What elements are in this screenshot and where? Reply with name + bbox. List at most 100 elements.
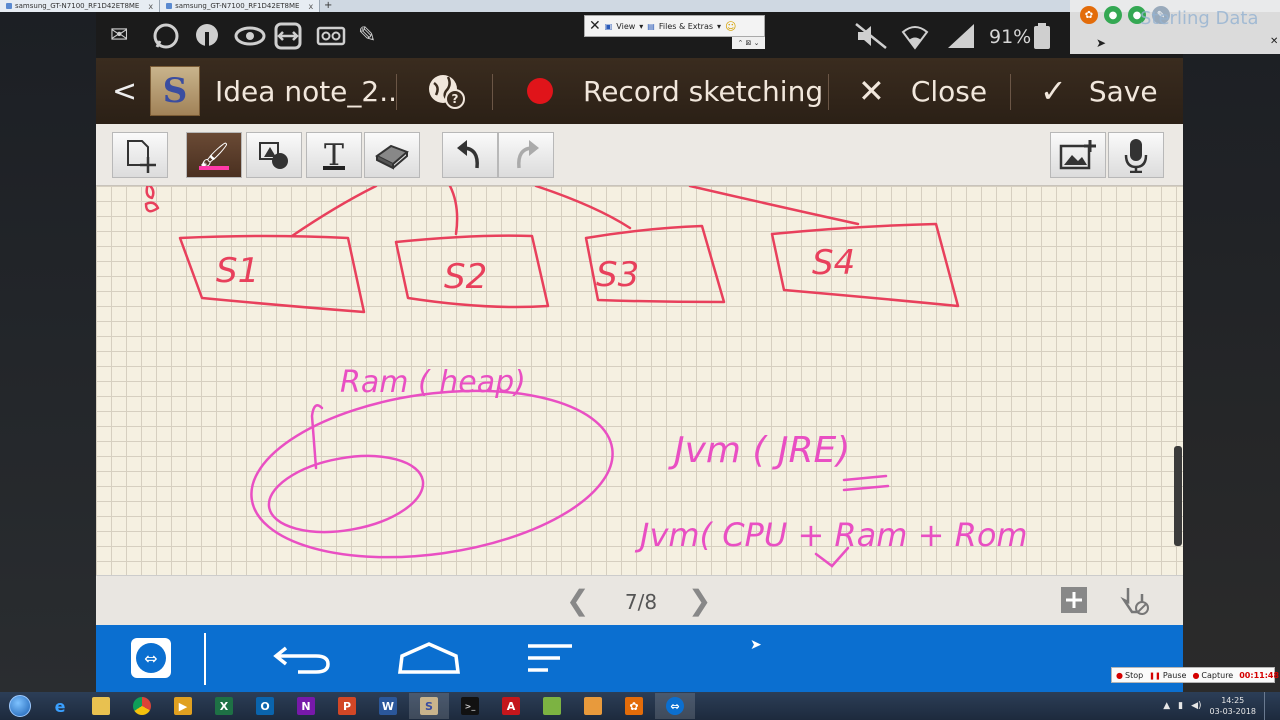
hand-no-touch-icon <box>1120 588 1149 615</box>
record-sketching-label: Record sketching <box>583 74 824 108</box>
undo-button[interactable] <box>442 132 498 178</box>
shape-tool-button[interactable] <box>246 132 302 178</box>
note-canvas[interactable]: S1 S2 S3 S4 Ram ( heap) Jvm ( JRE) Jvm( … <box>96 186 1183 575</box>
snote-title-bar: < S Idea note_2.. ? Record sketching ✕ C… <box>96 58 1183 124</box>
taskbar-recorder[interactable]: ✿ <box>614 693 654 719</box>
edge-doodle <box>144 186 160 213</box>
tray-expand-icon[interactable]: ▲ <box>1163 701 1170 711</box>
android-home-button[interactable] <box>396 635 462 681</box>
taskbar-excel[interactable]: X <box>204 693 244 719</box>
toolbar-minimize-tab[interactable]: ⌃ ⊠ ⌄ <box>732 37 765 49</box>
tab-close-icon[interactable]: x <box>148 2 153 11</box>
note-title[interactable]: Idea note_2.. <box>215 58 397 124</box>
smiley-icon[interactable]: ☺ <box>725 20 736 33</box>
teamviewer-logo-icon: ⇔ <box>131 638 171 678</box>
mouse-cursor-icon: ➤ <box>750 637 762 653</box>
show-desktop-button[interactable] <box>1264 692 1272 720</box>
close-button[interactable]: ✕ Close <box>858 58 987 124</box>
brush-icon: 🖌 <box>198 141 230 169</box>
chrome-icon <box>133 697 151 715</box>
screen-recorder-control: Stop Pause Capture 00:11:48 <box>1111 667 1279 683</box>
tray-volume-icon[interactable]: ◀) <box>1191 701 1201 711</box>
settings-flower-icon[interactable]: ✿ <box>1080 6 1098 24</box>
overlay-close-icon[interactable]: ✕ <box>1270 36 1278 47</box>
back-button[interactable]: < <box>112 58 137 124</box>
box-s1-label: S1 <box>216 251 259 291</box>
pdf-icon: A <box>502 697 520 715</box>
word-icon: W <box>379 697 397 715</box>
nav-divider <box>204 633 206 685</box>
taskbar-onenote[interactable]: N <box>286 693 326 719</box>
record-sketching-button[interactable]: Record sketching <box>527 58 823 124</box>
browser-tab[interactable]: samsung_GT-N7100_RF1D42ET8ME x <box>160 0 321 12</box>
redo-arrow-icon <box>517 140 539 169</box>
voice-record-button[interactable] <box>1108 132 1164 178</box>
taskbar-powerpoint[interactable]: P <box>327 693 367 719</box>
system-clock[interactable]: 14:25 03-03-2018 <box>1210 695 1257 717</box>
new-tab-button[interactable]: + <box>320 0 336 12</box>
android-menu-button[interactable] <box>524 635 576 681</box>
pause-recording-button[interactable]: Pause <box>1149 671 1187 680</box>
close-session-icon[interactable]: ✕ <box>589 18 601 34</box>
page-indicator: 7/8 <box>624 590 658 614</box>
taskbar-word[interactable]: W <box>368 693 408 719</box>
insert-image-button[interactable] <box>1050 132 1106 178</box>
add-page-button[interactable] <box>1058 584 1090 616</box>
jvm-cpu-text: Jvm( CPU + Ram + Rom <box>634 516 1028 554</box>
save-button[interactable]: ✓ Save <box>1040 58 1158 124</box>
box-s2-label: S2 <box>444 257 487 297</box>
view-menu[interactable]: View <box>616 22 635 31</box>
teamviewer-taskbar-icon: ⇔ <box>666 697 684 715</box>
tab-close-icon[interactable]: x <box>308 2 313 11</box>
battery-icon <box>1032 22 1052 50</box>
browser-tab[interactable]: samsung_GT-N7100_RF1D42ET8ME x <box>0 0 161 12</box>
pointer-tool-icon[interactable]: ➤ <box>1096 36 1106 50</box>
capture-button[interactable]: Capture <box>1192 671 1233 680</box>
taskbar-notepad[interactable] <box>532 693 572 719</box>
taskbar-outlook[interactable]: O <box>245 693 285 719</box>
box-s4 <box>770 222 960 308</box>
taskbar-explorer[interactable] <box>81 693 121 719</box>
stop-recording-button[interactable]: Stop <box>1116 671 1143 680</box>
close-x-icon: ✕ <box>858 72 885 110</box>
excel-icon: X <box>215 697 233 715</box>
canvas-scrollbar[interactable] <box>1174 446 1182 546</box>
taskbar-paint[interactable] <box>573 693 613 719</box>
previous-page-button[interactable]: ❮ <box>566 584 589 617</box>
taskbar-cmd[interactable]: >_ <box>450 693 490 719</box>
onenote-icon: N <box>297 697 315 715</box>
windows-orb-icon <box>9 695 31 717</box>
eraser-tool-button[interactable] <box>364 132 420 178</box>
hand-touch-button[interactable] <box>1118 584 1150 616</box>
text-tool-button[interactable]: T <box>306 132 362 178</box>
box-s1 <box>178 234 366 314</box>
selection-mode-button[interactable] <box>112 132 168 178</box>
taskbar-snote[interactable]: S <box>409 693 449 719</box>
redo-button[interactable] <box>498 132 554 178</box>
taskbar-acrobat[interactable]: A <box>491 693 531 719</box>
tray-network-icon[interactable]: ▮ <box>1178 701 1183 711</box>
shape-image-icon <box>259 142 288 169</box>
teamviewer-menu-button[interactable]: ⇔ <box>130 635 172 681</box>
taskbar-chrome[interactable] <box>122 693 162 719</box>
mic-record-icon[interactable]: ● <box>1104 6 1122 24</box>
whatsapp-icon <box>152 22 180 50</box>
next-page-button[interactable]: ❯ <box>688 584 711 617</box>
pen-tool-button[interactable]: 🖌 <box>186 132 242 178</box>
checkmark-icon: ✓ <box>1040 72 1067 110</box>
start-button[interactable] <box>0 692 40 720</box>
help-globe-button[interactable]: ? <box>426 58 466 124</box>
equals-underline <box>842 474 890 492</box>
title-divider <box>1010 74 1011 110</box>
taskbar-media[interactable]: ▶ <box>163 693 203 719</box>
taskbar-ie[interactable]: e <box>40 693 80 719</box>
taskbar-teamviewer[interactable]: ⇔ <box>655 693 695 719</box>
save-label: Save <box>1088 74 1158 108</box>
recording-tools-overlay: ✿ ● ● ✎ Sterling Data ➤ ✕ <box>1070 0 1280 54</box>
teamviewer-session-toolbar: ✕ ▣ View ▾ ▤ Files & Extras ▾ ☺ <box>584 15 765 37</box>
page-navigation-bar: ❮ 7/8 ❯ <box>96 575 1183 625</box>
files-menu-icon: ▤ <box>647 21 655 31</box>
pen-icon: ✎ <box>358 23 377 48</box>
files-extras-menu[interactable]: Files & Extras <box>659 22 713 31</box>
android-back-button[interactable] <box>272 635 332 681</box>
